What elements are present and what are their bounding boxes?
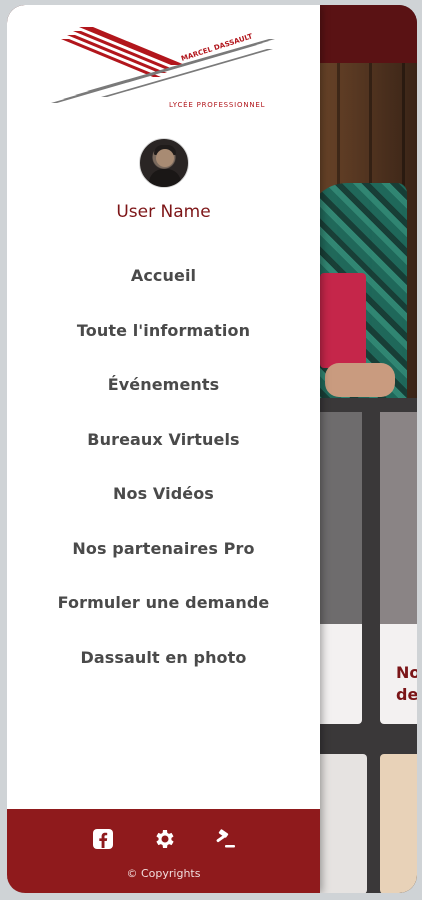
menu-item-toute-information[interactable]: Toute l'information <box>7 313 320 368</box>
menu-item-dassault-en-photo[interactable]: Dassault en photo <box>7 640 320 695</box>
navigation-drawer: MARCEL DASSAULT LYCÉE PROFESSIONNEL User… <box>7 5 320 893</box>
avatar[interactable] <box>139 138 189 188</box>
menu-item-accueil[interactable]: Accueil <box>7 258 320 313</box>
copyright-text: © Copyrights <box>126 867 201 880</box>
menu-item-bureaux-virtuels[interactable]: Bureaux Virtuels <box>7 422 320 477</box>
gear-icon[interactable] <box>152 827 176 851</box>
user-name: User Name <box>116 202 211 222</box>
menu-item-nos-videos[interactable]: Nos Vidéos <box>7 476 320 531</box>
menu-item-formuler-demande[interactable]: Formuler une demande <box>7 585 320 640</box>
background-card[interactable] <box>380 754 417 893</box>
gavel-icon[interactable] <box>213 827 237 851</box>
menu-item-evenements[interactable]: Événements <box>7 367 320 422</box>
school-logo: MARCEL DASSAULT LYCÉE PROFESSIONNEL <box>51 27 275 109</box>
background-card-title: No de <box>396 663 417 704</box>
drawer-footer: © Copyrights <box>7 809 320 893</box>
app-screen: No de MARCEL DASSAULT LYCÉE PROFESSIONNE… <box>7 5 417 893</box>
footer-icons <box>7 827 320 853</box>
drawer-menu: Accueil Toute l'information Événements B… <box>7 258 320 694</box>
facebook-icon[interactable] <box>91 827 115 851</box>
logo-bottom-text: LYCÉE PROFESSIONNEL <box>169 100 265 109</box>
background-card[interactable]: No de <box>380 412 417 724</box>
menu-item-nos-partenaires-pro[interactable]: Nos partenaires Pro <box>7 531 320 586</box>
